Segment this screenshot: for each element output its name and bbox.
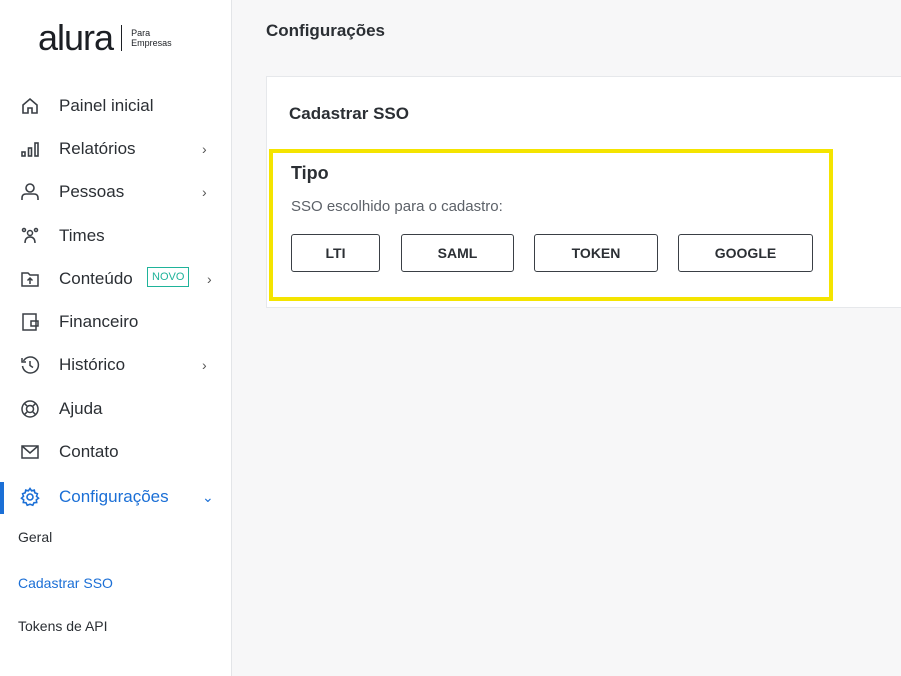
subitem-tokens-de-api[interactable]: Tokens de API [18, 618, 108, 634]
wallet-icon [20, 312, 40, 332]
sidebar-item-financeiro[interactable]: Financeiro [0, 302, 230, 342]
sidebar-item-label: Histórico [59, 355, 126, 374]
sidebar-item-label: Contato [59, 442, 119, 461]
sidebar-item-conteudo[interactable]: Conteúdo NOVO › [0, 259, 230, 299]
sidebar-item-label: Pessoas [59, 182, 125, 201]
sso-card: Cadastrar SSO Tipo SSO escolhido para o … [266, 76, 901, 308]
brand-subtitle-line2: Empresas [131, 38, 172, 48]
sidebar-item-historico[interactable]: Histórico › [0, 345, 230, 385]
sidebar-item-contato[interactable]: Contato [0, 432, 230, 472]
chevron-right-icon: › [202, 184, 207, 200]
sidebar-item-ajuda[interactable]: Ajuda [0, 389, 230, 429]
tipo-description: SSO escolhido para o cadastro: [291, 198, 503, 215]
chevron-down-icon: ⌄ [202, 488, 214, 505]
gear-icon [20, 487, 40, 507]
chevron-right-icon: › [207, 271, 212, 287]
tipo-title: Tipo [291, 163, 329, 183]
tipo-section: Tipo SSO escolhido para o cadastro: LTI … [269, 149, 833, 301]
page-title: Configurações [266, 21, 386, 40]
chevron-right-icon: › [202, 141, 207, 157]
sidebar-item-relatorios[interactable]: Relatórios › [0, 129, 230, 169]
sidebar-item-times[interactable]: Times [0, 216, 230, 256]
logo-divider [121, 25, 123, 51]
team-icon [20, 226, 40, 246]
card-title: Cadastrar SSO [289, 104, 409, 123]
chevron-right-icon: › [202, 357, 207, 373]
brand-name: alura [38, 17, 114, 58]
subitem-geral[interactable]: Geral [18, 529, 52, 545]
user-icon [20, 182, 40, 202]
google-button[interactable]: GOOGLE [678, 234, 813, 272]
sidebar-item-label: Painel inicial [59, 96, 154, 115]
history-icon [20, 355, 40, 375]
folder-upload-icon [20, 269, 40, 289]
brand-subtitle-line1: Para [131, 28, 151, 38]
sidebar-item-label: Configurações [59, 487, 169, 506]
brand-logo[interactable]: alura Para Empresas [38, 20, 172, 56]
sidebar-item-label: Times [59, 226, 105, 245]
mail-icon [20, 442, 40, 462]
new-badge: NOVO [147, 267, 190, 287]
sidebar-item-configuracoes[interactable]: Configurações ⌄ [0, 477, 230, 517]
sidebar-item-label: Relatórios [59, 139, 136, 158]
token-button[interactable]: TOKEN [534, 234, 658, 272]
lifebuoy-icon [20, 399, 40, 419]
lti-button[interactable]: LTI [291, 234, 380, 272]
bar-chart-icon [20, 139, 40, 159]
sidebar-item-label: Ajuda [59, 399, 103, 418]
sidebar: alura Para Empresas Painel inicial Relat… [0, 0, 232, 676]
sidebar-item-painel-inicial[interactable]: Painel inicial [0, 86, 230, 126]
home-icon [20, 96, 40, 116]
subitem-cadastrar-sso[interactable]: Cadastrar SSO [18, 575, 113, 591]
sidebar-item-label: Conteúdo [59, 269, 133, 288]
saml-button[interactable]: SAML [401, 234, 514, 272]
sidebar-item-pessoas[interactable]: Pessoas › [0, 172, 230, 212]
sidebar-item-label: Financeiro [59, 312, 139, 331]
brand-subtitle: Para Empresas [131, 28, 172, 48]
